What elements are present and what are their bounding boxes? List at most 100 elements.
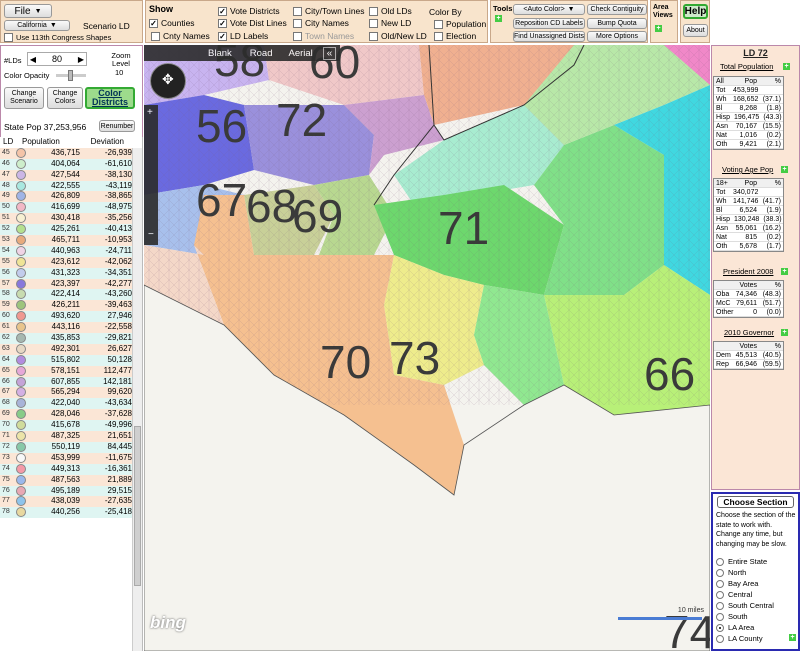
table-row[interactable]: 64 515,802 50,128: [0, 354, 133, 366]
table-row[interactable]: 59 426,211 -39,463: [0, 300, 133, 312]
new-ld-checkbox[interactable]: New LD: [369, 18, 411, 28]
section-option[interactable]: Entire State: [716, 556, 798, 567]
district-color-swatch[interactable]: [16, 431, 26, 442]
opacity-thumb[interactable]: [68, 70, 73, 81]
district-color-swatch[interactable]: [16, 245, 26, 256]
table-row[interactable]: 63 492,301 26,627: [0, 343, 133, 355]
table-row[interactable]: 74 449,313 -16,361: [0, 463, 133, 475]
section-option[interactable]: LA County: [716, 633, 798, 644]
district-color-swatch[interactable]: [16, 376, 26, 387]
district-color-swatch[interactable]: [16, 354, 26, 365]
section-option[interactable]: Bay Area: [716, 578, 798, 589]
table-row[interactable]: 51 430,418 -35,256: [0, 213, 133, 225]
zoom-out-icon[interactable]: −: [148, 229, 154, 240]
table-row[interactable]: 60 493,620 27,946: [0, 311, 133, 323]
district-color-swatch[interactable]: [16, 409, 26, 420]
district-color-swatch[interactable]: [16, 311, 26, 322]
table-row[interactable]: 57 423,397 -42,277: [0, 278, 133, 290]
table-row[interactable]: 76 495,189 29,515: [0, 485, 133, 497]
table-row[interactable]: 75 487,563 21,889: [0, 474, 133, 486]
lds-stepper[interactable]: ◀ 80 ▶: [27, 52, 87, 66]
radio-icon[interactable]: [716, 557, 724, 566]
bump-quota-button[interactable]: Bump Quota: [587, 18, 647, 29]
table-row[interactable]: 72 550,119 84,445: [0, 441, 133, 453]
increment-icon[interactable]: ▶: [76, 55, 86, 64]
table-row[interactable]: 61 443,116 -22,558: [0, 322, 133, 334]
table-row[interactable]: 48 422,555 -43,119: [0, 180, 133, 192]
more-options-button[interactable]: More Options: [587, 31, 647, 42]
map[interactable]: 58 60 56 72 67 68 69 71 70 73 66 74 Blan…: [144, 45, 710, 651]
district-color-swatch[interactable]: [16, 343, 26, 354]
district-color-swatch[interactable]: [16, 398, 26, 409]
counties-checkbox[interactable]: ✓ Counties: [149, 18, 195, 28]
decrement-icon[interactable]: ◀: [28, 55, 38, 64]
table-row[interactable]: 68 422,040 -43,634: [0, 398, 133, 410]
district-color-swatch[interactable]: [16, 235, 26, 246]
pres-expand-icon[interactable]: +: [781, 268, 788, 275]
district-color-swatch[interactable]: [16, 387, 26, 398]
vap-expand-icon[interactable]: +: [781, 166, 788, 173]
view-blank[interactable]: Blank: [208, 48, 232, 59]
district-color-swatch[interactable]: [16, 474, 26, 485]
change-scenario-button[interactable]: Change Scenario: [4, 87, 44, 109]
table-row[interactable]: 78 440,256 -25,418: [0, 507, 133, 519]
gov-expand-icon[interactable]: +: [781, 329, 788, 336]
city-town-lines-checkbox[interactable]: City/Town Lines: [293, 6, 365, 16]
table-row[interactable]: 53 465,711 -10,953: [0, 235, 133, 246]
table-row[interactable]: 58 422,414 -43,260: [0, 289, 133, 301]
district-color-swatch[interactable]: [16, 147, 26, 158]
table-scrollbar[interactable]: [132, 148, 142, 651]
cnty-names-checkbox[interactable]: Cnty Names: [151, 31, 210, 41]
district-color-swatch[interactable]: [16, 485, 26, 496]
tools-expand-icon[interactable]: +: [495, 15, 502, 22]
section-option[interactable]: South: [716, 611, 798, 622]
district-color-swatch[interactable]: [16, 463, 26, 474]
district-color-swatch[interactable]: [16, 441, 26, 452]
section-option[interactable]: North: [716, 567, 798, 578]
radio-icon[interactable]: [716, 612, 724, 621]
auto-color-select[interactable]: <Auto Color> ▼: [513, 4, 585, 15]
district-color-swatch[interactable]: [16, 202, 26, 213]
view-road[interactable]: Road: [250, 48, 273, 59]
old-lds-checkbox[interactable]: Old LDs: [369, 6, 412, 16]
zoom-slider[interactable]: + −: [144, 105, 158, 245]
scroll-thumb[interactable]: [134, 426, 141, 586]
district-color-swatch[interactable]: [16, 300, 26, 311]
radio-icon[interactable]: [716, 634, 724, 643]
table-row[interactable]: 77 438,039 -27,635: [0, 496, 133, 508]
table-row[interactable]: 67 565,294 99,620: [0, 387, 133, 399]
district-color-swatch[interactable]: [16, 267, 26, 278]
table-row[interactable]: 56 431,323 -34,351: [0, 267, 133, 279]
section-expand-icon[interactable]: +: [789, 634, 796, 641]
table-row[interactable]: 66 607,855 142,181: [0, 376, 133, 388]
table-row[interactable]: 46 404,064 -61,610: [0, 158, 133, 170]
reposition-cd-labels-button[interactable]: Reposition CD Labels: [513, 18, 585, 29]
table-row[interactable]: 69 428,046 -37,628: [0, 409, 133, 421]
state-select[interactable]: California ▼: [4, 20, 70, 31]
district-color-swatch[interactable]: [16, 191, 26, 202]
table-row[interactable]: 47 427,544 -38,130: [0, 169, 133, 181]
table-row[interactable]: 65 578,151 112,477: [0, 365, 133, 377]
table-row[interactable]: 52 425,261 -40,413: [0, 224, 133, 236]
district-color-swatch[interactable]: [16, 180, 26, 191]
view-aerial[interactable]: Aerial: [288, 48, 312, 59]
section-option[interactable]: LA Area: [716, 622, 798, 633]
table-row[interactable]: 54 440,963 -24,711: [0, 245, 133, 257]
about-button[interactable]: About: [683, 24, 708, 37]
ld-labels-checkbox[interactable]: ✓ LD Labels: [218, 31, 268, 41]
color-districts-button[interactable]: Color Districts: [85, 87, 135, 109]
table-row[interactable]: 70 415,678 -49,996: [0, 420, 133, 432]
district-color-swatch[interactable]: [16, 365, 26, 376]
radio-icon[interactable]: [716, 568, 724, 577]
table-row[interactable]: 45 436,715 -26,939: [0, 147, 133, 159]
opacity-slider[interactable]: [56, 70, 86, 81]
old-new-ld-checkbox[interactable]: Old/New LD: [369, 31, 427, 41]
file-button[interactable]: File ▼: [4, 4, 52, 18]
help-button[interactable]: Help: [683, 4, 708, 19]
district-color-swatch[interactable]: [16, 322, 26, 333]
population-checkbox[interactable]: Population: [434, 19, 486, 29]
collapse-icon[interactable]: «: [322, 46, 337, 60]
area-views-expand-icon[interactable]: +: [655, 25, 662, 32]
district-color-swatch[interactable]: [16, 169, 26, 180]
district-color-swatch[interactable]: [16, 158, 26, 169]
